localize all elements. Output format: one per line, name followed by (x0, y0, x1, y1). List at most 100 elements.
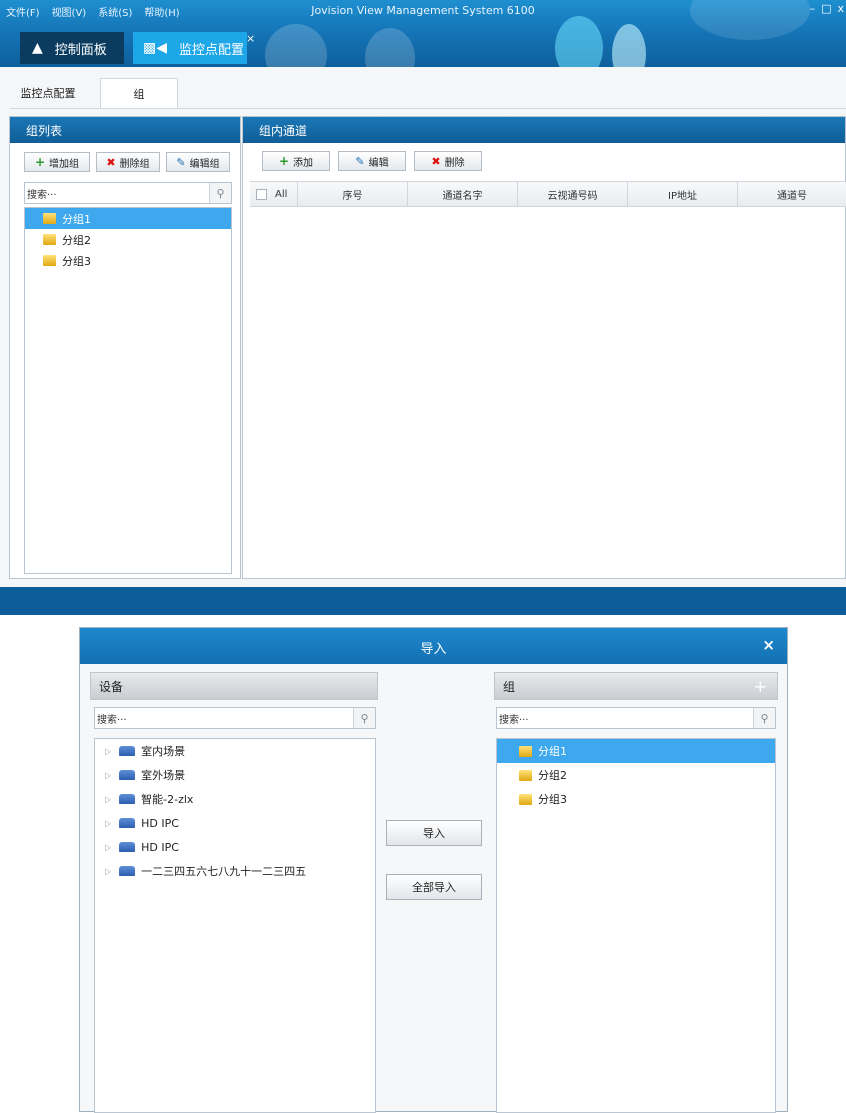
dialog-group-label: 分组3 (538, 793, 567, 806)
search-icon[interactable]: ⚲ (353, 708, 375, 728)
col-ip-address[interactable]: IP地址 (628, 182, 738, 206)
pencil-icon: ✎ (176, 155, 186, 169)
add-group-button[interactable]: + 增加组 (24, 152, 90, 172)
device-item[interactable]: ▷ 室外场景 (95, 763, 375, 787)
group-search-input[interactable]: 搜索··· ⚲ (24, 182, 232, 204)
status-bar (0, 587, 846, 615)
add-group-label: 增加组 (49, 158, 80, 170)
group-item[interactable]: 分组2 (25, 229, 231, 250)
minimize-button[interactable]: – (810, 2, 816, 15)
tab-group[interactable]: 组 (100, 78, 178, 108)
delete-group-button[interactable]: ✖ 删除组 (96, 152, 160, 172)
search-icon[interactable]: ⚲ (753, 708, 775, 728)
edit-group-button[interactable]: ✎ 编辑组 (166, 152, 230, 172)
tab-control-panel[interactable]: ▲ 控制面板 (20, 32, 124, 64)
title-bar: 文件(F) 视图(V) 系统(S) 帮助(H) Jovision View Ma… (0, 0, 846, 67)
group-item[interactable]: 分组3 (25, 250, 231, 271)
dialog-group-item[interactable]: 分组1 (497, 739, 775, 763)
device-icon (119, 746, 136, 756)
dialog-group-item[interactable]: 分组2 (497, 763, 775, 787)
sub-tab-bar: 监控点配置 组 (10, 78, 178, 108)
folder-icon (43, 255, 56, 266)
device-tree: ▷ 室内场景 ▷ 室外场景 ▷ 智能-2-zlx ▷ HD IPC ▷ HD IPC ▷ 一… (94, 738, 376, 1113)
device-icon (119, 794, 136, 804)
dialog-group-search-input[interactable]: 搜索··· ⚲ (496, 707, 776, 729)
search-icon[interactable]: ⚲ (209, 183, 231, 203)
device-label: 智能-2-zlx (141, 793, 194, 806)
group-item-label: 分组3 (62, 254, 91, 268)
edit-group-label: 编辑组 (189, 158, 220, 170)
device-icon (119, 770, 136, 780)
tab-monitor-config-label: 监控点配置 (179, 42, 245, 58)
dialog-close-icon[interactable]: × (762, 636, 775, 654)
decor-bubble (365, 28, 415, 67)
device-item[interactable]: ▷ HD IPC (95, 835, 375, 859)
expand-arrow-icon[interactable]: ▷ (105, 747, 111, 756)
add-group-icon[interactable]: + (754, 677, 767, 696)
dialog-group-item[interactable]: 分组3 (497, 787, 775, 811)
device-icon (119, 866, 136, 876)
col-index[interactable]: 序号 (298, 182, 408, 206)
import-button[interactable]: 导入 (386, 820, 482, 846)
dialog-group-tree: 分组1 分组2 分组3 (496, 738, 776, 1113)
expand-arrow-icon[interactable]: ▷ (105, 843, 111, 852)
folder-icon (43, 234, 56, 245)
col-channel-name[interactable]: 通道名字 (408, 182, 518, 206)
device-item[interactable]: ▷ 室内场景 (95, 739, 375, 763)
device-label: 室外场景 (141, 769, 186, 782)
decor-bubble (265, 24, 327, 67)
expand-arrow-icon[interactable]: ▷ (105, 819, 111, 828)
dialog-group-search-placeholder: 搜索··· (499, 714, 529, 726)
device-search-input[interactable]: 搜索··· ⚲ (94, 707, 376, 729)
expand-arrow-icon[interactable]: ▷ (105, 867, 111, 876)
dialog-group-label: 分组1 (538, 745, 567, 758)
device-label: HD IPC (141, 840, 179, 854)
group-item-label: 分组2 (62, 233, 91, 247)
device-label: HD IPC (141, 816, 179, 830)
dialog-header: 导入 × (80, 628, 787, 664)
device-item[interactable]: ▷ HD IPC (95, 811, 375, 835)
tab-monitor-config[interactable]: ▩◀ 监控点配置 (133, 32, 247, 64)
edit-channel-label: 编辑 (368, 157, 389, 169)
device-item[interactable]: ▷ 一二三四五六七八九十一二三四五 (95, 859, 375, 883)
folder-icon (519, 745, 532, 757)
delete-icon: ✖ (106, 155, 116, 169)
devices-title: 设备 (99, 679, 124, 694)
decor-bubble (612, 24, 646, 67)
plus-icon: + (34, 155, 46, 169)
group-item-label: 分组1 (62, 212, 91, 226)
expand-arrow-icon[interactable]: ▷ (105, 771, 111, 780)
import-all-button[interactable]: 全部导入 (386, 874, 482, 900)
delete-channel-button[interactable]: ✖ 删除 (414, 151, 482, 171)
maximize-button[interactable]: □ (821, 2, 831, 15)
group-search-placeholder: 搜索··· (27, 189, 57, 201)
col-all[interactable]: All (250, 182, 298, 206)
device-icon (119, 842, 136, 852)
expand-arrow-icon[interactable]: ▷ (105, 795, 111, 804)
folder-icon (519, 793, 532, 805)
channel-table-header: All 序号 通道名字 云视通号码 IP地址 通道号 (250, 181, 846, 207)
device-search-placeholder: 搜索··· (97, 714, 127, 726)
tab-monitor-point-config[interactable]: 监控点配置 (10, 78, 86, 108)
delete-channel-label: 删除 (444, 157, 465, 169)
group-channels-title: 组内通道 (243, 117, 845, 143)
window-controls: – □ x (810, 2, 844, 15)
col-cloud-number[interactable]: 云视通号码 (518, 182, 628, 206)
close-window-button[interactable]: x (837, 2, 844, 15)
col-channel-number[interactable]: 通道号 (738, 182, 846, 206)
tab-control-panel-label: 控制面板 (54, 42, 107, 58)
camera-icon: ▩◀ (143, 40, 167, 56)
group-item[interactable]: 分组1 (25, 208, 231, 229)
edit-channel-button[interactable]: ✎ 编辑 (338, 151, 406, 171)
folder-icon (43, 213, 56, 224)
device-label: 室内场景 (141, 745, 186, 758)
app-title: Jovision View Management System 6100 (311, 4, 535, 17)
select-all-checkbox[interactable] (256, 188, 267, 200)
folder-icon (519, 769, 532, 781)
device-item[interactable]: ▷ 智能-2-zlx (95, 787, 375, 811)
dialog-title: 导入 (420, 642, 447, 657)
device-label: 一二三四五六七八九十一二三四五 (141, 865, 307, 878)
add-channel-button[interactable]: + 添加 (262, 151, 330, 171)
home-icon: ▲ (32, 40, 43, 56)
tab-close-icon[interactable]: × (246, 32, 255, 45)
